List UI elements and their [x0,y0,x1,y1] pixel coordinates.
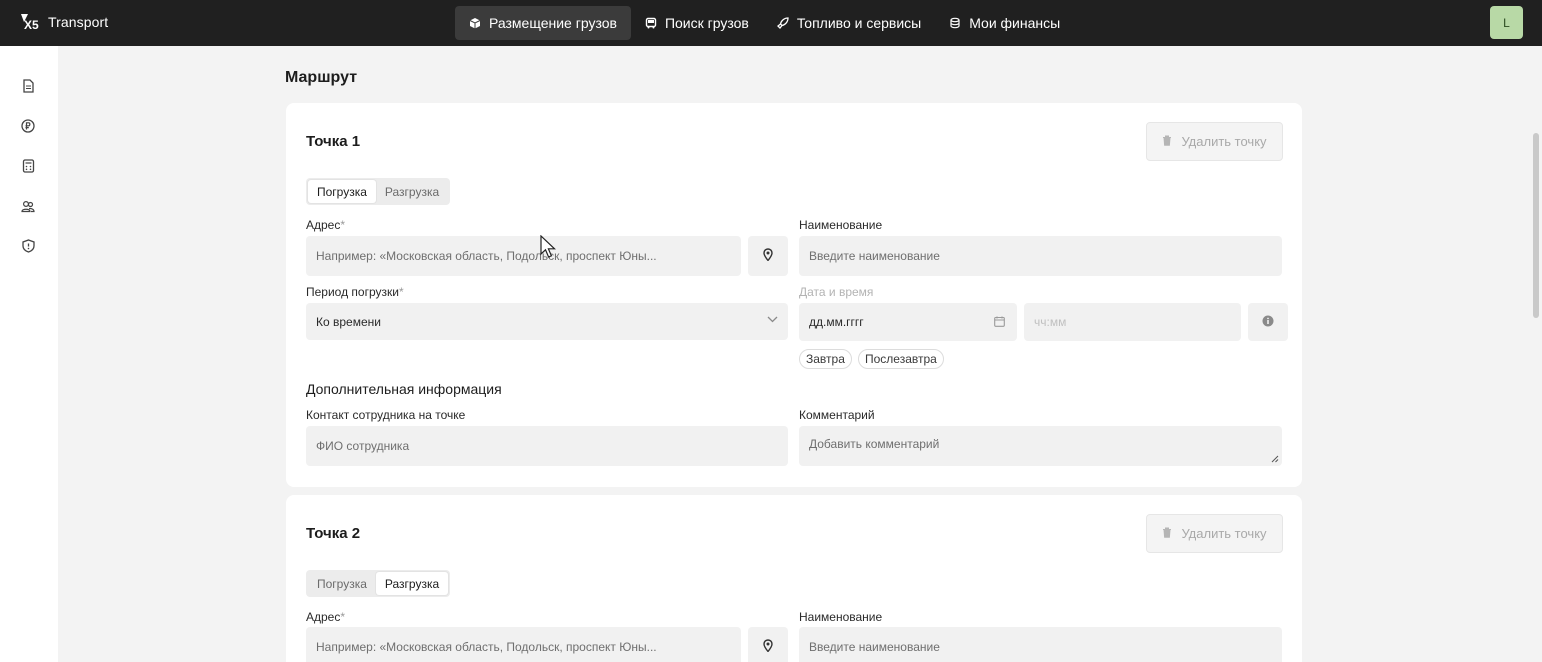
time-input[interactable]: чч:мм [1024,303,1241,341]
nav-label: Поиск грузов [664,15,749,31]
nav-cargo-search[interactable]: Поиск грузов [631,6,763,40]
name-input[interactable] [799,627,1282,662]
name-input[interactable] [799,236,1282,276]
comment-textarea[interactable] [799,426,1282,466]
delete-point-label: Удалить точку [1181,526,1267,541]
nav-label: Размещение грузов [489,15,617,31]
x5-logo-icon: X5 [21,14,39,32]
nav-fuel-services[interactable]: Топливо и сервисы [763,6,935,40]
map-pin-button[interactable] [748,236,788,276]
address-label-text: Адрес [306,218,341,232]
address-input-field[interactable] [316,249,731,263]
x5-transport-logo[interactable]: X5 Transport [20,11,108,33]
name-input-field[interactable] [809,249,1272,263]
required-mark: * [340,610,346,624]
time-placeholder: чч:мм [1034,315,1067,329]
additional-info-title: Дополнительная информация [306,381,502,397]
left-sidebar [0,46,58,662]
document-icon[interactable] [20,78,36,94]
period-label: Период погрузки* [306,285,404,299]
map-pin-button[interactable] [748,627,788,662]
address-input-field[interactable] [316,640,731,654]
info-icon [1262,315,1274,330]
name-input-field[interactable] [809,640,1272,654]
contact-label: Контакт сотрудника на точке [306,408,466,422]
contact-input-field[interactable] [316,439,778,453]
period-select[interactable]: Ко времени [306,303,788,340]
rocket-icon [776,17,789,29]
coins-icon [949,17,961,29]
segment-unloading[interactable]: Разгрузка [376,180,448,203]
truck-icon [645,17,657,29]
segment-loading[interactable]: Погрузка [308,572,376,595]
delete-point-button[interactable]: Удалить точку [1146,122,1283,161]
date-input[interactable]: дд.мм.гггг [799,303,1017,341]
user-avatar[interactable]: L [1490,6,1523,39]
segment-unloading[interactable]: Разгрузка [375,572,449,595]
delete-point-label: Удалить точку [1181,134,1267,149]
chip-tomorrow[interactable]: Завтра [799,349,852,369]
page-scrollbar-thumb[interactable] [1533,133,1539,318]
address-label: Адрес* [306,610,345,624]
calculator-icon[interactable] [20,158,36,174]
box-icon [469,17,481,29]
comment-label: Комментарий [799,408,875,422]
address-input[interactable] [306,236,741,276]
ruble-icon[interactable] [20,118,36,134]
nav-my-finances[interactable]: Мои финансы [935,6,1074,40]
required-mark: * [340,218,346,232]
mouse-cursor-icon [540,235,557,258]
shield-icon[interactable] [20,238,36,254]
load-type-toggle: Погрузка Разгрузка [306,178,451,205]
load-type-toggle: Погрузка Разгрузка [306,570,451,597]
segment-loading[interactable]: Погрузка [308,180,376,203]
route-section-title: Маршрут [285,69,358,86]
address-label-text: Адрес [306,610,341,624]
resize-handle-icon[interactable] [1271,455,1279,463]
chevron-down-icon [767,316,778,323]
trash-icon [1162,526,1172,541]
comment-textarea-field[interactable] [809,437,1272,455]
map-pin-icon [763,639,773,655]
nav-cargo-placement[interactable]: Размещение грузов [455,6,631,40]
datetime-info-button[interactable] [1248,303,1288,341]
calendar-icon[interactable] [994,316,1005,327]
main-nav: Размещение грузов Поиск грузов Топливо и… [455,6,1074,40]
date-placeholder: дд.мм.гггг [809,315,864,329]
contact-input[interactable] [306,426,788,466]
point-title: Точка 1 [306,133,361,150]
datetime-label: Дата и время [799,285,874,299]
nav-label: Топливо и сервисы [796,15,922,31]
users-icon[interactable] [20,198,36,214]
address-input[interactable] [306,627,741,662]
trash-icon [1162,134,1172,149]
top-navigation-bar: X5 Transport Размещение грузов Поиск гру… [0,0,1542,46]
address-label: Адрес* [306,218,345,232]
name-label: Наименование [799,610,883,624]
route-point-card: Точка 1 Удалить точку Погрузка Разгрузка… [286,103,1302,487]
name-label: Наименование [799,218,883,232]
route-point-card: Точка 2 Удалить точку Погрузка Разгрузка… [286,495,1302,662]
period-label-text: Период погрузки [306,285,399,299]
point-title: Точка 2 [306,525,361,542]
delete-point-button[interactable]: Удалить точку [1146,514,1283,553]
nav-label: Мои финансы [969,15,1061,31]
logo-text: Transport [48,14,109,30]
required-mark: * [398,285,404,299]
map-pin-icon [763,248,773,264]
period-select-value: Ко времени [316,314,381,329]
chip-day-after-tomorrow[interactable]: Послезавтра [858,349,944,369]
logo-mark-text: X5 [24,18,39,32]
